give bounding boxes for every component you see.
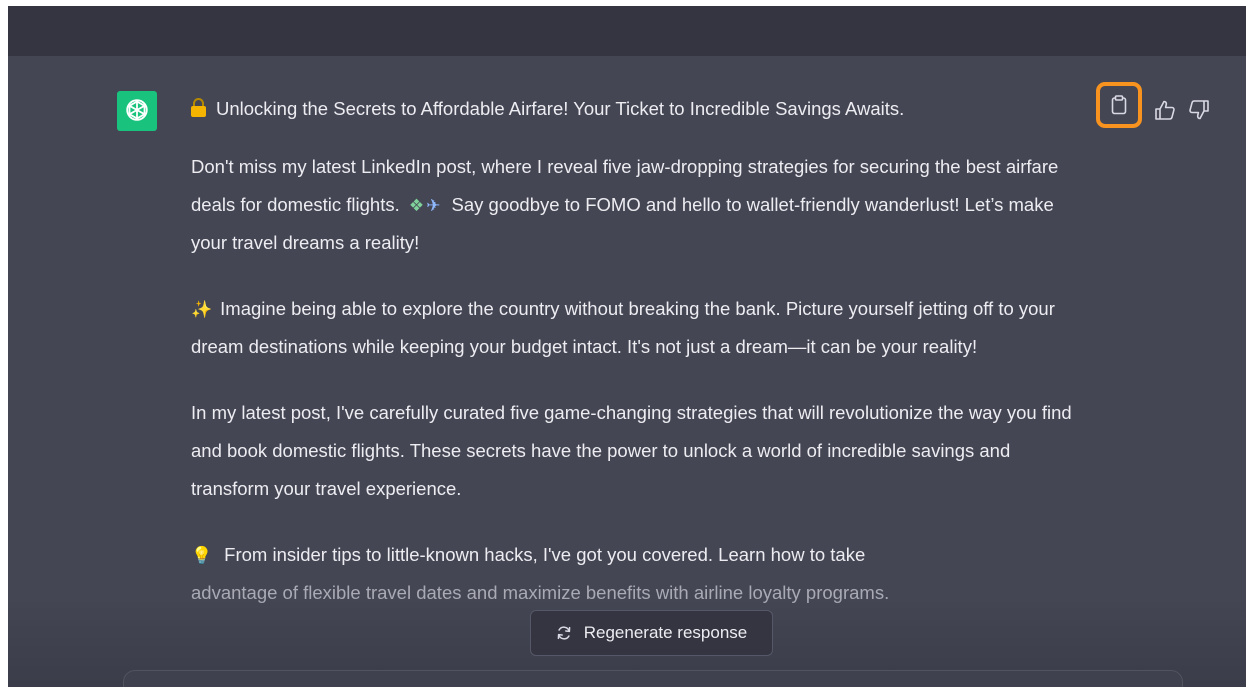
message-actions [1096, 82, 1216, 128]
regenerate-response-button[interactable]: Regenerate response [530, 610, 773, 656]
thumbs-down-icon [1189, 100, 1209, 120]
copy-button[interactable] [1096, 82, 1142, 128]
paragraph-4-line-1: From insider tips to little-known hacks,… [224, 544, 866, 565]
sparkles-icon: ✨ [191, 300, 213, 319]
refresh-icon [557, 626, 571, 640]
clipboard-icon [1111, 95, 1127, 115]
chat-window: Unlocking the Secrets to Affordable Airf… [8, 6, 1246, 687]
paragraph-3-text: In my latest post, I've carefully curate… [191, 402, 1072, 499]
money-with-wings-icon: ❖ [408, 196, 425, 215]
airplane-icon: ✈ [426, 196, 441, 215]
assistant-message: Unlocking the Secrets to Affordable Airf… [191, 90, 1091, 612]
message-input[interactable] [123, 670, 1183, 687]
message-paragraph-4: 💡 From insider tips to little-known hacks… [191, 536, 1091, 612]
openai-logo-icon [126, 99, 148, 121]
paragraph-2-text: Imagine being able to explore the countr… [191, 298, 1055, 357]
message-paragraph-1: Don't miss my latest LinkedIn post, wher… [191, 148, 1091, 262]
thumbs-down-button[interactable] [1182, 97, 1216, 123]
regenerate-label: Regenerate response [583, 623, 748, 642]
paragraph-4-line-2: advantage of flexible travel dates and m… [191, 582, 890, 603]
top-bar [8, 6, 1246, 56]
thumbs-up-button[interactable] [1148, 97, 1182, 123]
message-title: Unlocking the Secrets to Affordable Airf… [216, 98, 905, 119]
thumbs-up-icon [1155, 100, 1175, 120]
lock-icon [191, 98, 206, 117]
light-bulb-icon: 💡 [191, 546, 213, 565]
message-title-line: Unlocking the Secrets to Affordable Airf… [191, 90, 1091, 128]
message-paragraph-2: ✨ Imagine being able to explore the count… [191, 290, 1091, 366]
assistant-avatar [117, 91, 157, 131]
message-paragraph-3: In my latest post, I've carefully curate… [191, 394, 1091, 508]
